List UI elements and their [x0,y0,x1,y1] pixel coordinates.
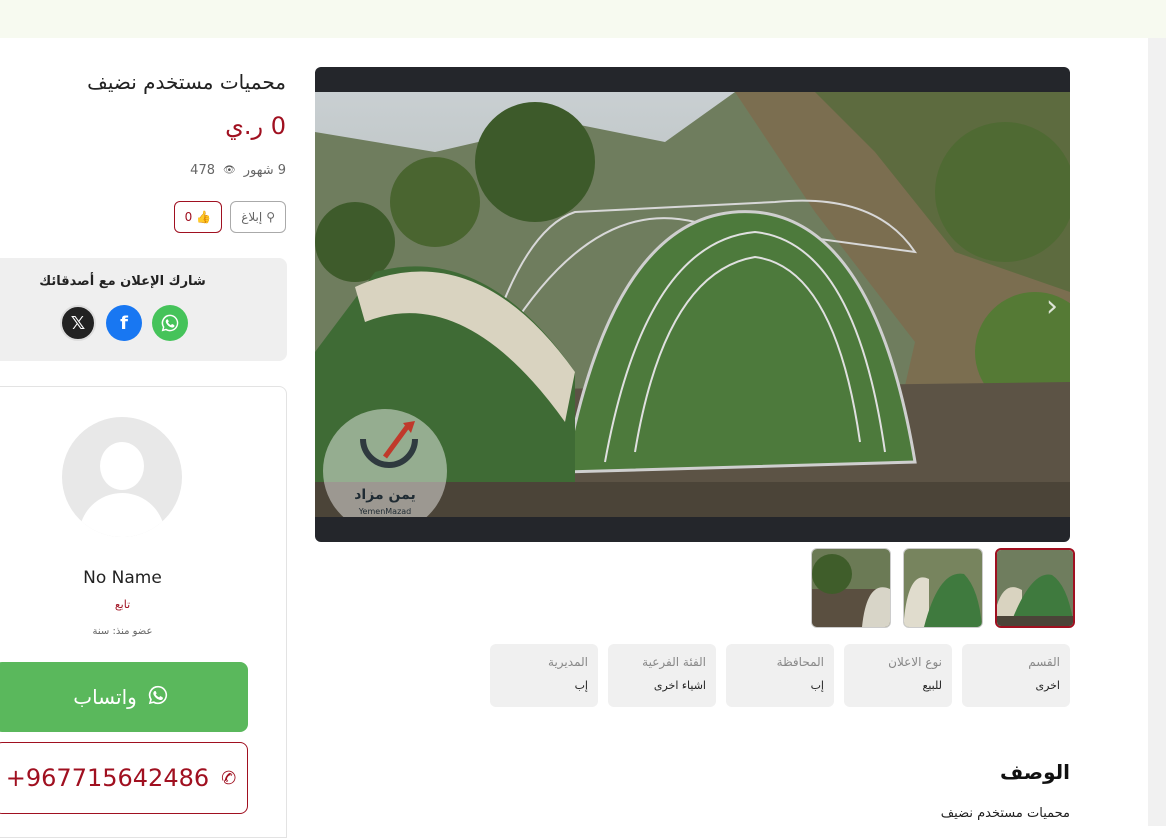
ad-actions: ⚲ إبلاغ 👍 0 [173,201,286,233]
report-label: إبلاغ [241,210,263,224]
ad-meta: 9 شهور 👁 478 [190,163,286,178]
ad-price: 0 ر.ي [225,112,286,140]
attribute-card: القسم اخرى [962,644,1070,707]
chevron-right-icon[interactable]: › [1046,289,1058,324]
watermark-logo: يمن مزاد YemenMazad [323,409,447,517]
attribute-label: نوع الاعلان [888,655,942,669]
thumbnail[interactable] [811,548,891,628]
attributes-row: القسم اخرى نوع الاعلان للبيع المحافظة إب… [490,644,1070,707]
image-gallery: يمن مزاد YemenMazad › [315,67,1070,542]
attribute-value: إب [810,679,824,692]
seller-name[interactable]: No Name [0,568,245,588]
report-button[interactable]: ⚲ إبلاغ [230,201,286,233]
share-icons: 𝕏 f [60,305,188,341]
description-text: محميات مستخدم نضيف [940,806,1070,821]
scrollbar[interactable] [1148,38,1166,826]
attribute-value: إب [574,679,588,692]
eye-icon: 👁 [223,165,236,176]
thumbnail[interactable] [903,548,983,628]
view-count: 478 [190,163,215,178]
share-panel: شارك الإعلان مع أصدقائك 𝕏 f [0,258,287,361]
attribute-card: المديرية إب [490,644,598,707]
avatar [62,417,182,537]
x-icon[interactable]: 𝕏 [60,305,96,341]
whatsapp-button-icon [147,684,169,711]
description-title: الوصف [999,760,1070,784]
member-since: عضو منذ: سنة [92,626,153,637]
whatsapp-icon[interactable] [152,305,188,341]
facebook-icon[interactable]: f [106,305,142,341]
pin-icon: ⚲ [266,210,275,224]
like-button[interactable]: 👍 0 [173,201,223,233]
like-count: 0 [184,210,193,224]
attribute-card: المحافظة إب [726,644,834,707]
attribute-value: للبيع [922,679,943,692]
phone-number: +967715642486 [5,764,210,792]
attribute-label: المحافظة [776,655,824,669]
attribute-label: الفئة الفرعية [642,655,706,669]
attribute-label: المديرية [548,655,588,669]
attribute-label: القسم [1028,655,1060,669]
attribute-value: اشياء اخرى [653,679,706,692]
whatsapp-button[interactable]: واتساب [0,662,248,732]
watermark-text: يمن مزاد [354,487,416,503]
attribute-value: اخرى [1035,679,1060,692]
share-title: شارك الإعلان مع أصدقائك [39,274,206,289]
thumbnail-active[interactable] [995,548,1075,628]
main-photo[interactable]: يمن مزاد YemenMazad [315,92,1070,517]
seller-role: تابع [114,598,131,611]
attribute-card: الفئة الفرعية اشياء اخرى [608,644,716,707]
watermark-english: YemenMazad [358,507,412,516]
top-bar [0,0,1166,38]
phone-icon: ✆ [219,766,238,790]
ad-title: محميات مستخدم نضيف [87,70,286,94]
attribute-card: نوع الاعلان للبيع [844,644,952,707]
whatsapp-label: واتساب [73,685,137,709]
ad-age: 9 شهور [243,163,286,178]
thumbnail-strip [811,548,1075,628]
phone-button[interactable]: +967715642486 ✆ [0,742,248,814]
thumbs-up-icon: 👍 [196,210,212,224]
